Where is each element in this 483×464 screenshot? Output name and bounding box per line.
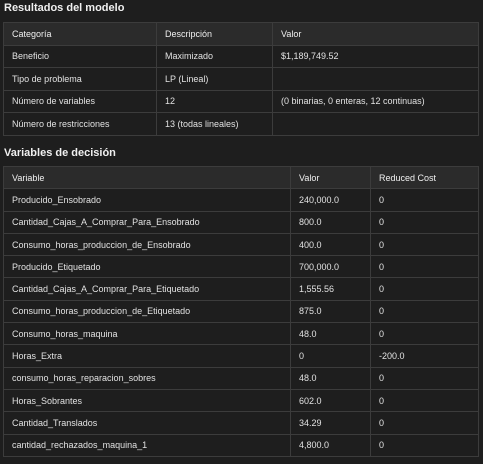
value-cell: $1,189,749.52 bbox=[272, 44, 479, 68]
decision-variables-table: Variable Valor Reduced Cost Producido_En… bbox=[3, 165, 479, 457]
variable-name-cell: Consumo_horas_maquina bbox=[3, 322, 291, 346]
table-row: Cantidad_Cajas_A_Comprar_Para_Ensobrado … bbox=[3, 210, 479, 234]
variable-value-cell: 400.0 bbox=[290, 232, 371, 257]
table-row: cantidad_rechazados_maquina_1 4,800.0 0 bbox=[3, 433, 479, 457]
table-row: Horas_Sobrantes 602.0 0 bbox=[3, 388, 479, 413]
decision-variables-title: Variables de decisión bbox=[4, 147, 116, 159]
variable-value-cell: 800.0 bbox=[290, 210, 371, 234]
description-cell: Maximizado bbox=[156, 44, 273, 68]
reduced-cost-cell: 0 bbox=[370, 232, 479, 257]
reduced-cost-cell: 0 bbox=[370, 433, 479, 457]
table-row: consumo_horas_reparacion_sobres 48.0 0 bbox=[3, 366, 479, 390]
reduced-cost-cell: 0 bbox=[370, 277, 479, 301]
variable-value-cell: 602.0 bbox=[290, 388, 371, 413]
table-row: Consumo_horas_maquina 48.0 0 bbox=[3, 322, 479, 346]
table-header-row: Variable Valor Reduced Cost bbox=[3, 165, 479, 190]
variable-value-cell: 1,555.56 bbox=[290, 277, 371, 301]
value-cell bbox=[272, 112, 479, 136]
category-cell: Beneficio bbox=[3, 44, 157, 68]
model-results-title: Resultados del modelo bbox=[4, 2, 125, 14]
variable-value-cell: 48.0 bbox=[290, 322, 371, 346]
table-row: Tipo de problema LP (Lineal) bbox=[3, 67, 479, 91]
category-cell: Tipo de problema bbox=[3, 67, 157, 91]
column-header-valor: Valor bbox=[272, 22, 479, 46]
column-header-variable: Variable bbox=[3, 165, 291, 190]
column-header-reduced-cost: Reduced Cost bbox=[370, 165, 479, 190]
variable-name-cell: Consumo_horas_produccion_de_Etiquetado bbox=[3, 299, 291, 324]
variable-value-cell: 4,800.0 bbox=[290, 433, 371, 457]
table-row: Consumo_horas_produccion_de_Etiquetado 8… bbox=[3, 299, 479, 324]
variable-name-cell: consumo_horas_reparacion_sobres bbox=[3, 366, 291, 390]
table-row: Beneficio Maximizado $1,189,749.52 bbox=[3, 44, 479, 68]
reduced-cost-cell: 0 bbox=[370, 388, 479, 413]
variable-value-cell: 0 bbox=[290, 344, 371, 368]
variable-name-cell: Cantidad_Cajas_A_Comprar_Para_Etiquetado bbox=[3, 277, 291, 301]
variable-name-cell: Horas_Sobrantes bbox=[3, 388, 291, 413]
variable-value-cell: 34.29 bbox=[290, 411, 371, 435]
value-cell: (0 binarias, 0 enteras, 12 continuas) bbox=[272, 89, 479, 113]
table-row: Producido_Ensobrado 240,000.0 0 bbox=[3, 188, 479, 212]
variable-name-cell: Consumo_horas_produccion_de_Ensobrado bbox=[3, 232, 291, 257]
variable-value-cell: 700,000.0 bbox=[290, 255, 371, 279]
value-cell bbox=[272, 67, 479, 91]
column-header-descripcion: Descripción bbox=[156, 22, 273, 46]
table-row: Consumo_horas_produccion_de_Ensobrado 40… bbox=[3, 232, 479, 257]
table-header-row: Categoría Descripción Valor bbox=[3, 22, 479, 46]
description-cell: 12 bbox=[156, 89, 273, 113]
variable-name-cell: Cantidad_Translados bbox=[3, 411, 291, 435]
variable-name-cell: Producido_Etiquetado bbox=[3, 255, 291, 279]
table-row: Producido_Etiquetado 700,000.0 0 bbox=[3, 255, 479, 279]
variable-value-cell: 240,000.0 bbox=[290, 188, 371, 212]
reduced-cost-cell: 0 bbox=[370, 255, 479, 279]
description-cell: 13 (todas lineales) bbox=[156, 112, 273, 136]
table-row: Número de variables 12 (0 binarias, 0 en… bbox=[3, 89, 479, 113]
table-row: Cantidad_Translados 34.29 0 bbox=[3, 411, 479, 435]
variable-name-cell: Cantidad_Cajas_A_Comprar_Para_Ensobrado bbox=[3, 210, 291, 234]
reduced-cost-cell: 0 bbox=[370, 210, 479, 234]
description-cell: LP (Lineal) bbox=[156, 67, 273, 91]
column-header-valor: Valor bbox=[290, 165, 371, 190]
category-cell: Número de restricciones bbox=[3, 112, 157, 136]
variable-value-cell: 875.0 bbox=[290, 299, 371, 324]
variable-name-cell: Producido_Ensobrado bbox=[3, 188, 291, 212]
reduced-cost-cell: 0 bbox=[370, 411, 479, 435]
model-results-table: Categoría Descripción Valor Beneficio Ma… bbox=[3, 22, 479, 136]
table-row: Cantidad_Cajas_A_Comprar_Para_Etiquetado… bbox=[3, 277, 479, 301]
category-cell: Número de variables bbox=[3, 89, 157, 113]
column-header-categoria: Categoría bbox=[3, 22, 157, 46]
reduced-cost-cell: 0 bbox=[370, 188, 479, 212]
variable-name-cell: Horas_Extra bbox=[3, 344, 291, 368]
reduced-cost-cell: 0 bbox=[370, 366, 479, 390]
reduced-cost-cell: 0 bbox=[370, 322, 479, 346]
table-row: Horas_Extra 0 -200.0 bbox=[3, 344, 479, 368]
variable-value-cell: 48.0 bbox=[290, 366, 371, 390]
reduced-cost-cell: 0 bbox=[370, 299, 479, 324]
reduced-cost-cell: -200.0 bbox=[370, 344, 479, 368]
table-row: Número de restricciones 13 (todas lineal… bbox=[3, 112, 479, 136]
variable-name-cell: cantidad_rechazados_maquina_1 bbox=[3, 433, 291, 457]
